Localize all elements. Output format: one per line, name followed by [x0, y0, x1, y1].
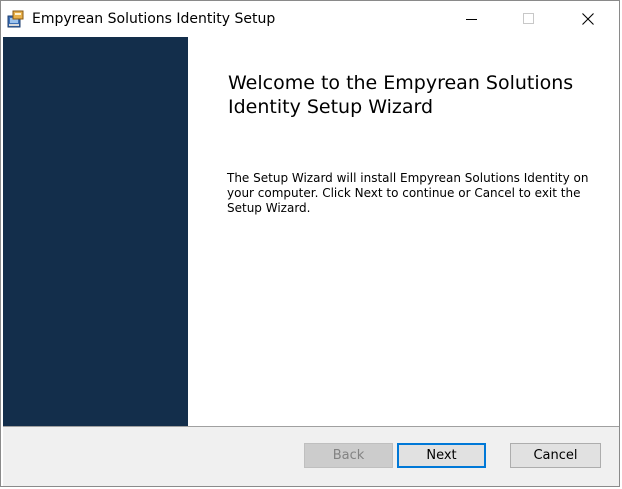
- close-icon: [582, 13, 594, 25]
- wizard-banner: [3, 37, 188, 427]
- window-title: Empyrean Solutions Identity Setup: [32, 11, 276, 27]
- installer-icon: [7, 10, 25, 28]
- setup-window: Empyrean Solutions Identity Setup Welcom…: [0, 0, 620, 487]
- minimize-icon: [466, 19, 477, 20]
- cancel-button[interactable]: Cancel: [510, 443, 601, 468]
- wizard-description: The Setup Wizard will install Empyrean S…: [227, 171, 589, 215]
- minimize-button[interactable]: [449, 1, 495, 37]
- close-button[interactable]: [565, 1, 611, 37]
- wizard-heading: Welcome to the Empyrean Solutions Identi…: [228, 72, 574, 118]
- back-button[interactable]: Back: [304, 443, 393, 468]
- wizard-content: Welcome to the Empyrean Solutions Identi…: [188, 37, 619, 427]
- maximize-icon: [523, 13, 534, 24]
- title-bar[interactable]: Empyrean Solutions Identity Setup: [1, 1, 619, 37]
- next-button[interactable]: Next: [397, 443, 486, 468]
- maximize-button[interactable]: [506, 1, 552, 37]
